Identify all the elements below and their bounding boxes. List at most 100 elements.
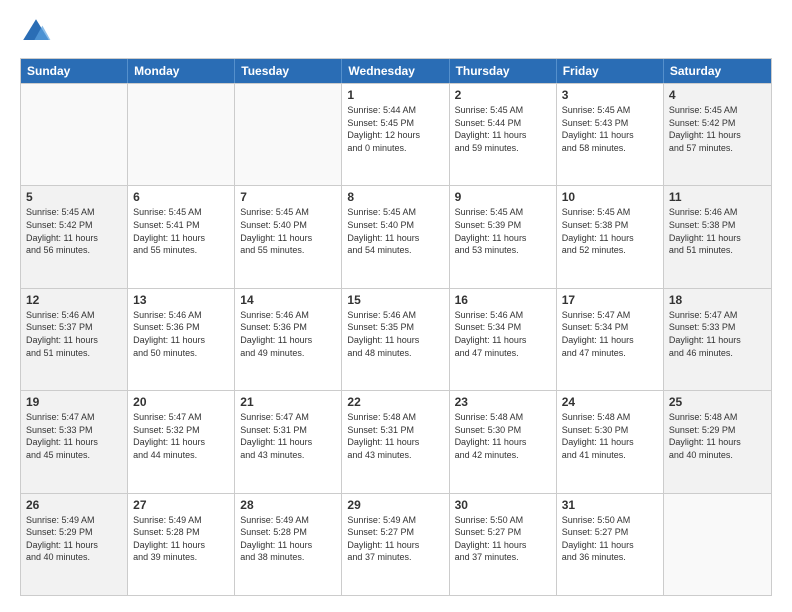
- cell-info: Sunrise: 5:46 AM Sunset: 5:37 PM Dayligh…: [26, 309, 122, 359]
- day-number: 16: [455, 293, 551, 307]
- cell-info: Sunrise: 5:45 AM Sunset: 5:41 PM Dayligh…: [133, 206, 229, 256]
- calendar-cell: [235, 84, 342, 185]
- cell-info: Sunrise: 5:46 AM Sunset: 5:35 PM Dayligh…: [347, 309, 443, 359]
- day-number: 13: [133, 293, 229, 307]
- cell-info: Sunrise: 5:45 AM Sunset: 5:44 PM Dayligh…: [455, 104, 551, 154]
- cell-info: Sunrise: 5:49 AM Sunset: 5:29 PM Dayligh…: [26, 514, 122, 564]
- calendar-cell: [128, 84, 235, 185]
- calendar-cell: 2 Sunrise: 5:45 AM Sunset: 5:44 PM Daylig…: [450, 84, 557, 185]
- calendar-cell: 1 Sunrise: 5:44 AM Sunset: 5:45 PM Daylig…: [342, 84, 449, 185]
- logo-icon: [20, 16, 52, 48]
- calendar-cell: 24 Sunrise: 5:48 AM Sunset: 5:30 PM Dayli…: [557, 391, 664, 492]
- day-number: 19: [26, 395, 122, 409]
- day-number: 24: [562, 395, 658, 409]
- logo: [20, 16, 56, 48]
- cell-info: Sunrise: 5:45 AM Sunset: 5:42 PM Dayligh…: [26, 206, 122, 256]
- day-number: 10: [562, 190, 658, 204]
- day-number: 5: [26, 190, 122, 204]
- weekday-header: Monday: [128, 59, 235, 83]
- day-number: 7: [240, 190, 336, 204]
- cell-info: Sunrise: 5:46 AM Sunset: 5:38 PM Dayligh…: [669, 206, 766, 256]
- cell-info: Sunrise: 5:48 AM Sunset: 5:30 PM Dayligh…: [562, 411, 658, 461]
- day-number: 12: [26, 293, 122, 307]
- cell-info: Sunrise: 5:45 AM Sunset: 5:40 PM Dayligh…: [240, 206, 336, 256]
- cell-info: Sunrise: 5:50 AM Sunset: 5:27 PM Dayligh…: [455, 514, 551, 564]
- calendar-cell: 10 Sunrise: 5:45 AM Sunset: 5:38 PM Dayli…: [557, 186, 664, 287]
- day-number: 8: [347, 190, 443, 204]
- day-number: 27: [133, 498, 229, 512]
- calendar-cell: 25 Sunrise: 5:48 AM Sunset: 5:29 PM Dayli…: [664, 391, 771, 492]
- cell-info: Sunrise: 5:48 AM Sunset: 5:31 PM Dayligh…: [347, 411, 443, 461]
- day-number: 20: [133, 395, 229, 409]
- day-number: 11: [669, 190, 766, 204]
- calendar-cell: 21Sunrise: 5:47 AM Sunset: 5:31 PM Dayli…: [235, 391, 342, 492]
- day-number: 31: [562, 498, 658, 512]
- day-number: 3: [562, 88, 658, 102]
- calendar-cell: 9Sunrise: 5:45 AM Sunset: 5:39 PM Daylig…: [450, 186, 557, 287]
- cell-info: Sunrise: 5:50 AM Sunset: 5:27 PM Dayligh…: [562, 514, 658, 564]
- weekday-header: Saturday: [664, 59, 771, 83]
- day-number: 2: [455, 88, 551, 102]
- day-number: 26: [26, 498, 122, 512]
- day-number: 29: [347, 498, 443, 512]
- weekday-header: Tuesday: [235, 59, 342, 83]
- calendar-cell: 12 Sunrise: 5:46 AM Sunset: 5:37 PM Dayli…: [21, 289, 128, 390]
- day-number: 25: [669, 395, 766, 409]
- cell-info: Sunrise: 5:46 AM Sunset: 5:36 PM Dayligh…: [240, 309, 336, 359]
- cell-info: Sunrise: 5:44 AM Sunset: 5:45 PM Dayligh…: [347, 104, 443, 154]
- calendar-row: 12 Sunrise: 5:46 AM Sunset: 5:37 PM Dayli…: [21, 288, 771, 390]
- calendar-cell: 20 Sunrise: 5:47 AM Sunset: 5:32 PM Dayli…: [128, 391, 235, 492]
- calendar-cell: 19 Sunrise: 5:47 AM Sunset: 5:33 PM Dayli…: [21, 391, 128, 492]
- cell-info: Sunrise: 5:47 AM Sunset: 5:32 PM Dayligh…: [133, 411, 229, 461]
- day-number: 18: [669, 293, 766, 307]
- calendar-cell: 18 Sunrise: 5:47 AM Sunset: 5:33 PM Dayli…: [664, 289, 771, 390]
- day-number: 1: [347, 88, 443, 102]
- calendar-cell: 30 Sunrise: 5:50 AM Sunset: 5:27 PM Dayli…: [450, 494, 557, 595]
- calendar-cell: 23 Sunrise: 5:48 AM Sunset: 5:30 PM Dayli…: [450, 391, 557, 492]
- cell-info: Sunrise: 5:45 AM Sunset: 5:38 PM Dayligh…: [562, 206, 658, 256]
- day-number: 17: [562, 293, 658, 307]
- cell-info: Sunrise: 5:49 AM Sunset: 5:28 PM Dayligh…: [133, 514, 229, 564]
- calendar-cell: 7 Sunrise: 5:45 AM Sunset: 5:40 PM Daylig…: [235, 186, 342, 287]
- cell-info: Sunrise: 5:47 AM Sunset: 5:33 PM Dayligh…: [26, 411, 122, 461]
- calendar-cell: [21, 84, 128, 185]
- cell-info: Sunrise: 5:48 AM Sunset: 5:30 PM Dayligh…: [455, 411, 551, 461]
- day-number: 14: [240, 293, 336, 307]
- calendar-cell: 4Sunrise: 5:45 AM Sunset: 5:42 PM Daylig…: [664, 84, 771, 185]
- calendar-row: 26 Sunrise: 5:49 AM Sunset: 5:29 PM Dayli…: [21, 493, 771, 595]
- cell-info: Sunrise: 5:47 AM Sunset: 5:34 PM Dayligh…: [562, 309, 658, 359]
- day-number: 15: [347, 293, 443, 307]
- cell-info: Sunrise: 5:49 AM Sunset: 5:27 PM Dayligh…: [347, 514, 443, 564]
- day-number: 22: [347, 395, 443, 409]
- cell-info: Sunrise: 5:46 AM Sunset: 5:36 PM Dayligh…: [133, 309, 229, 359]
- day-number: 4: [669, 88, 766, 102]
- calendar-cell: 14 Sunrise: 5:46 AM Sunset: 5:36 PM Dayli…: [235, 289, 342, 390]
- weekday-header: Friday: [557, 59, 664, 83]
- cell-info: Sunrise: 5:46 AM Sunset: 5:34 PM Dayligh…: [455, 309, 551, 359]
- calendar-body: 1 Sunrise: 5:44 AM Sunset: 5:45 PM Daylig…: [21, 83, 771, 595]
- calendar-cell: 17 Sunrise: 5:47 AM Sunset: 5:34 PM Dayli…: [557, 289, 664, 390]
- calendar-cell: 11 Sunrise: 5:46 AM Sunset: 5:38 PM Dayli…: [664, 186, 771, 287]
- calendar-cell: 27 Sunrise: 5:49 AM Sunset: 5:28 PM Dayli…: [128, 494, 235, 595]
- day-number: 9: [455, 190, 551, 204]
- cell-info: Sunrise: 5:45 AM Sunset: 5:40 PM Dayligh…: [347, 206, 443, 256]
- weekday-header: Wednesday: [342, 59, 449, 83]
- calendar-cell: 15 Sunrise: 5:46 AM Sunset: 5:35 PM Dayli…: [342, 289, 449, 390]
- day-number: 23: [455, 395, 551, 409]
- calendar-cell: 5 Sunrise: 5:45 AM Sunset: 5:42 PM Daylig…: [21, 186, 128, 287]
- calendar-cell: 6 Sunrise: 5:45 AM Sunset: 5:41 PM Daylig…: [128, 186, 235, 287]
- calendar-cell: 13 Sunrise: 5:46 AM Sunset: 5:36 PM Dayli…: [128, 289, 235, 390]
- calendar: SundayMondayTuesdayWednesdayThursdayFrid…: [20, 58, 772, 596]
- calendar-cell: 28 Sunrise: 5:49 AM Sunset: 5:28 PM Dayli…: [235, 494, 342, 595]
- cell-info: Sunrise: 5:47 AM Sunset: 5:33 PM Dayligh…: [669, 309, 766, 359]
- day-number: 6: [133, 190, 229, 204]
- calendar-row: 1 Sunrise: 5:44 AM Sunset: 5:45 PM Daylig…: [21, 83, 771, 185]
- cell-info: Sunrise: 5:49 AM Sunset: 5:28 PM Dayligh…: [240, 514, 336, 564]
- calendar-cell: [664, 494, 771, 595]
- day-number: 28: [240, 498, 336, 512]
- calendar-cell: 16 Sunrise: 5:46 AM Sunset: 5:34 PM Dayli…: [450, 289, 557, 390]
- cell-info: Sunrise: 5:48 AM Sunset: 5:29 PM Dayligh…: [669, 411, 766, 461]
- day-number: 30: [455, 498, 551, 512]
- day-number: 21: [240, 395, 336, 409]
- cell-info: Sunrise: 5:45 AM Sunset: 5:43 PM Dayligh…: [562, 104, 658, 154]
